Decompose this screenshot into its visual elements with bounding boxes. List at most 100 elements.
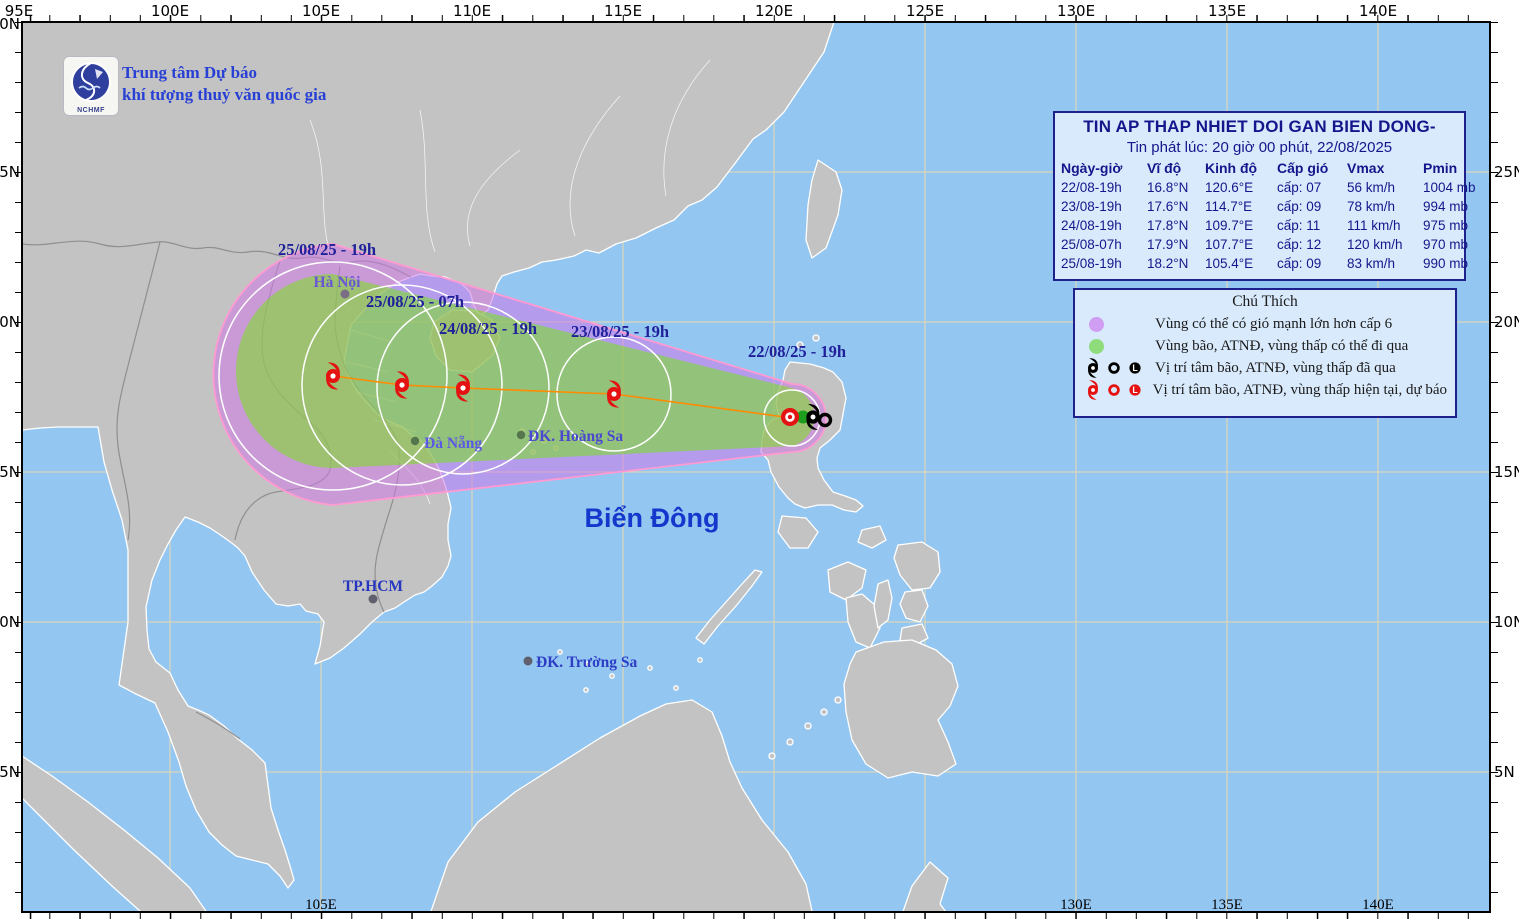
axis-label-top: 115E [603,2,643,20]
axis-label-top: 110E [452,2,492,20]
legend-label: Vị trí tâm bão, ATNĐ, vùng thấp đã qua [1155,359,1396,376]
axis-label-left: 5N [0,763,20,781]
table-cell: 22/08-19h [1061,180,1122,195]
city-label-hanoi: Hà Nội [314,274,362,291]
legend-label: Vị trí tâm bão, ATNĐ, vùng thấp hiện tại… [1152,381,1447,398]
axis-label-right: 10N [1494,613,1519,631]
table-cell: 83 km/h [1347,256,1396,271]
axis-label-top: 135E [1207,2,1247,20]
org-title-line1: Trung tâm Dự báo [122,63,258,82]
table-cell: 25/08-19h [1061,256,1122,271]
table-cell: cấp: 12 [1277,237,1322,252]
axis-label-right: 20N [1494,313,1519,331]
col-header: Cấp gió [1277,160,1329,176]
forecast-table: Ngày-giờ Vĩ độ Kinh độ Cấp gió Vmax Pmin… [1061,159,1476,273]
sea-name-label: Biển Đông [585,503,720,533]
axis-label-right: 25N [1494,163,1519,181]
track-label-2508-19h: 25/08/25 - 19h [278,240,376,259]
info-title: TIN AP THAP NHIET DOI GAN BIEN DONG- [1083,117,1436,136]
city-label-hoangsa: ĐK. Hoàng Sa [528,428,623,445]
legend-item-past-positions: Vị trí tâm bão, ATNĐ, vùng thấp đã qua [1083,357,1447,379]
axis-label-top: 140E [1358,2,1398,20]
axis-label-top: 100E [150,2,190,20]
table-cell: 120 km/h [1347,237,1403,252]
table-cell: cấp: 11 [1277,218,1321,233]
islet-spratly [697,657,703,663]
nchmf-logo-text: NCHMF [77,107,105,114]
table-cell: 975 mb [1423,218,1469,233]
islet [834,696,842,704]
table-cell: 114.7°E [1205,199,1253,214]
islet [820,708,828,716]
table-cell: 1004 mb [1423,180,1476,195]
city-label-truongsa: ĐK. Trường Sa [536,654,638,671]
islet-spratly [673,685,679,691]
legend-title: Chú Thích [1232,293,1298,310]
track-label-2508-07h: 25/08/25 - 07h [366,292,464,311]
table-cell: 78 km/h [1347,199,1396,214]
axis-label-left: 20N [0,313,20,331]
axis-label-left: 15N [0,463,20,481]
table-cell: 16.8°N [1147,180,1189,195]
storm-forecast-page: { "header": { "line1": "Trung tâm Dự báo… [0,0,1519,920]
table-cell: 970 mb [1423,237,1469,252]
axis-label: 130E [1060,897,1092,913]
current-position-icon [781,408,799,426]
islet [786,738,794,746]
axis-label: 135E [1211,897,1243,913]
table-cell: 111 km/h [1347,218,1401,233]
table-cell: 24/08-19h [1061,218,1122,233]
axis-label-left: 10N [0,613,20,631]
col-header: Vĩ độ [1147,160,1182,176]
track-label-2208-19h: 22/08/25 - 19h [748,342,846,361]
table-cell: cấp: 09 [1277,199,1322,214]
axis-label: 105E [305,897,337,913]
table-cell: 994 mb [1423,199,1469,214]
city-label-tphcm: TP.HCM [343,578,404,595]
table-cell: 107.7°E [1205,237,1254,252]
table-cell: cấp: 09 [1277,256,1322,271]
org-title-line2: khí tượng thuỷ văn quốc gia [122,85,327,104]
table-cell: 25/08-07h [1061,237,1122,252]
city-label-danang: Đà Nẵng [424,435,482,452]
table-cell: 990 mb [1423,256,1469,271]
islet [812,334,820,342]
islet-spratly [647,665,653,671]
current-symbols-icon [1087,380,1141,400]
table-cell: 120.6°E [1205,180,1254,195]
purple-area-icon [1089,316,1104,332]
past-symbols-icon [1087,358,1141,378]
table-cell: 109.7°E [1205,218,1254,233]
table-cell: 17.6°N [1147,199,1189,214]
info-issued-time: Tin phát lúc: 20 giờ 00 phút, 22/08/2025 [1126,139,1393,156]
legend-item-current-forecast-positions: Vị trí tâm bão, ATNĐ, vùng thấp hiện tại… [1083,379,1447,401]
axis-label-top: 120E [754,2,794,20]
axis-label-top: 130E [1056,2,1096,20]
col-header: Pmin [1423,160,1458,176]
storm-info-box: TIN AP THAP NHIET DOI GAN BIEN DONG- Tin… [1053,111,1476,281]
islet [768,752,776,760]
table-cell: 17.9°N [1147,237,1189,252]
axis-label-left: 25N [0,163,20,181]
nchmf-logo-icon [71,62,111,102]
legend: Chú Thích Vùng có thể có gió mạnh lớn hơ… [1073,288,1457,418]
axis-label-right: 15N [1494,463,1519,481]
legend-label: Vùng có thể có gió mạnh lớn hơn cấp 6 [1155,315,1393,332]
track-label-2408-19h: 24/08/25 - 19h [439,319,537,338]
table-cell: 105.4°E [1205,256,1254,271]
table-cell: 17.8°N [1147,218,1189,233]
axis-label-top: 105E [301,2,341,20]
islet [804,722,812,730]
org-title: Trung tâm Dự báo khí tượng thuỷ văn quốc… [122,62,326,106]
col-header: Ngày-giờ [1061,160,1123,176]
legend-item-passage-area: Vùng bão, ATNĐ, vùng thấp có thể đi qua [1083,335,1447,357]
col-header: Kinh độ [1205,160,1258,176]
col-header: Vmax [1347,160,1385,176]
table-cell: 18.2°N [1147,256,1189,271]
axis-label-top: 125E [905,2,945,20]
legend-label: Vùng bão, ATNĐ, vùng thấp có thể đi qua [1155,337,1409,354]
green-area-icon [1089,338,1104,354]
table-cell: 23/08-19h [1061,199,1122,214]
legend-item-wind-area: Vùng có thể có gió mạnh lớn hơn cấp 6 [1083,313,1447,335]
islet-spratly [583,687,589,693]
